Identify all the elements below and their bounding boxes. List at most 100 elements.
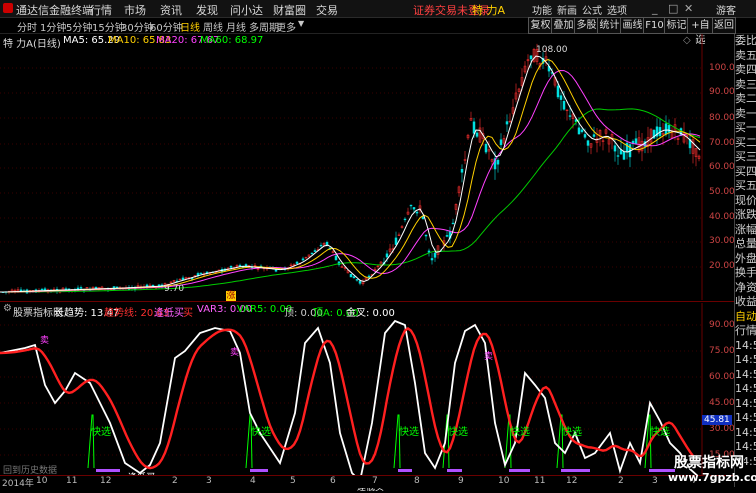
- candle-body: [115, 286, 119, 288]
- toolbar-draw-button[interactable]: 画线: [620, 17, 645, 34]
- period-tab-15min[interactable]: 15分钟: [92, 19, 125, 34]
- bottom-bars: [96, 469, 675, 472]
- side-time: 14:50: [735, 425, 756, 439]
- menu-ask[interactable]: 问小达: [230, 2, 263, 18]
- candle-body: [616, 155, 620, 157]
- pane-divider[interactable]: [0, 301, 734, 302]
- side-price: 现价: [735, 193, 756, 207]
- candle-body: [238, 264, 242, 267]
- price-tick: 60.00: [709, 162, 735, 172]
- candle-body: [145, 284, 149, 287]
- ma5-line: [0, 55, 701, 293]
- candle-body: [472, 121, 476, 134]
- candle-body: [79, 287, 83, 289]
- period-tab-monthly[interactable]: 月线: [226, 19, 246, 34]
- price-tick: 50.00: [709, 187, 735, 197]
- side-quotes[interactable]: 行情: [735, 324, 756, 339]
- menu-new-draw[interactable]: 新画: [557, 2, 577, 17]
- menu-news[interactable]: 资讯: [160, 2, 182, 18]
- toolbar-stats-button[interactable]: 统计: [597, 17, 622, 34]
- period-tab-60min[interactable]: 60分钟: [150, 19, 183, 34]
- menu-discover[interactable]: 发现: [196, 2, 218, 18]
- candle-body: [667, 125, 671, 133]
- trend-line: [0, 327, 700, 470]
- close-icon[interactable]: ✕: [684, 2, 693, 15]
- candle-body: [613, 145, 617, 152]
- candle-body: [577, 127, 581, 135]
- buy-signal-label: 快选: [251, 427, 271, 438]
- price-tick: 30.00: [709, 236, 735, 246]
- indicator-chart[interactable]: [0, 303, 703, 475]
- side-ask5: 卖五: [735, 48, 756, 62]
- toolbar-adjust-button[interactable]: 复权: [528, 17, 553, 34]
- period-tab-30min[interactable]: 30分钟: [121, 19, 154, 34]
- buy-signal-label: 快选: [562, 427, 582, 438]
- candle-body: [430, 258, 434, 261]
- menu-formula[interactable]: 公式: [582, 2, 602, 17]
- candles: [1, 43, 701, 295]
- period-tab-5min[interactable]: 5分钟: [66, 19, 92, 34]
- minimize-icon[interactable]: _: [652, 2, 658, 15]
- candle-body: [505, 121, 509, 125]
- side-bid1: 买一: [735, 121, 756, 134]
- high-price-label: 108.00: [536, 45, 568, 55]
- candle-body: [274, 269, 278, 272]
- side-time: 14:50: [735, 411, 756, 424]
- toolbar-overlay-button[interactable]: 叠加: [551, 17, 576, 34]
- time-tick: 2014年: [2, 479, 34, 489]
- candle-body: [325, 242, 329, 246]
- side-ask3: 卖三: [735, 77, 756, 91]
- candle-body: [403, 218, 407, 221]
- toolbar-mark-button[interactable]: 标记: [664, 17, 689, 34]
- quote-side-panel[interactable]: 委比 卖五 卖四 卖三 卖二 卖一 买一 买二 买三 买四 买五 现价 涨跌 涨…: [734, 34, 756, 487]
- toolbar-add-watch-button[interactable]: +自选: [687, 17, 714, 46]
- side-bid3: 买三: [735, 150, 756, 163]
- candle-body: [190, 277, 194, 280]
- menu-function[interactable]: 功能: [532, 2, 552, 17]
- candle-body: [529, 55, 533, 60]
- menu-trade[interactable]: 交易: [316, 2, 338, 18]
- candle-body: [451, 222, 455, 225]
- low-price-label: 9.70: [164, 284, 185, 294]
- period-tab-weekly[interactable]: 周线: [203, 19, 223, 34]
- candle-body: [634, 138, 638, 145]
- menu-quotes[interactable]: 行情: [90, 2, 112, 18]
- candle-body: [664, 123, 668, 135]
- candlestick-chart[interactable]: [0, 34, 703, 300]
- candle-body: [349, 273, 353, 278]
- period-tab-intraday[interactable]: 分时: [17, 19, 37, 34]
- more-chevron-icon[interactable]: ▼: [298, 19, 304, 28]
- candle-body: [415, 211, 419, 214]
- candle-body: [499, 139, 503, 146]
- candle-body: [319, 244, 323, 247]
- app-logo-icon: [3, 3, 13, 13]
- menu-wealth[interactable]: 财富圈: [273, 2, 306, 18]
- period-tab-multi[interactable]: 多周期: [249, 19, 279, 34]
- bottom-bar: [561, 469, 590, 472]
- buy-signal-label: 快选: [510, 427, 530, 438]
- toolbar-back-button[interactable]: 返回: [712, 17, 736, 34]
- side-auto[interactable]: 自动: [735, 310, 756, 325]
- menu-options[interactable]: 选项: [607, 2, 627, 17]
- buy-signal-label: 快选: [399, 427, 419, 438]
- bottom-bar: [509, 469, 530, 472]
- guest-user[interactable]: 游客: [716, 2, 736, 17]
- side-earnings: 收益: [735, 295, 756, 308]
- toolbar-multi-button[interactable]: 多股: [574, 17, 599, 34]
- side-net-assets: 净资: [735, 280, 756, 294]
- indicator-tick: 30.00: [709, 424, 735, 434]
- period-tab-daily[interactable]: 日线: [180, 19, 200, 34]
- long-trend-line: [0, 319, 699, 475]
- maximize-icon[interactable]: □: [668, 2, 678, 15]
- menu-market[interactable]: 市场: [124, 2, 146, 18]
- time-tick: 10: [36, 476, 48, 486]
- candle-body: [352, 276, 356, 279]
- side-time: 14:50: [735, 353, 756, 366]
- period-tab-1min[interactable]: 1分钟: [40, 19, 66, 34]
- candle-body: [409, 204, 413, 207]
- toolbar-f10-button[interactable]: F10: [643, 17, 666, 34]
- period-tab-more[interactable]: 更多: [276, 19, 296, 34]
- price-tick: 20.00: [709, 261, 735, 271]
- candle-body: [592, 134, 596, 137]
- candle-body: [580, 129, 584, 133]
